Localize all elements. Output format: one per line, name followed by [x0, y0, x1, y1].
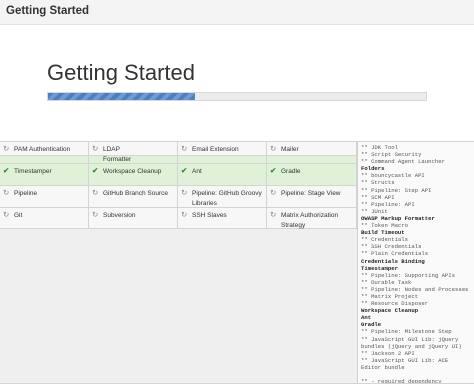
plugin-item: ↻ SSH Slaves [178, 208, 267, 229]
checkmark-icon: ✔ [181, 166, 188, 175]
log-line: ** JDK Tool [361, 144, 398, 151]
checkmark-icon: ✔ [270, 166, 277, 175]
spinner-icon: ↻ [92, 144, 99, 153]
plugin-name: Ant [192, 168, 202, 175]
spinner-icon: ↻ [3, 188, 10, 197]
log-line: ** JavaScript GUI Lib: jQuery [361, 335, 459, 343]
plugin-name: GitHub Branch Source [103, 190, 169, 197]
log-line: bundles (jQuery and jQuery UI) [361, 342, 462, 350]
log-line: ** Pipeline: Nodes and Processes [361, 285, 469, 293]
footer-divider [0, 383, 474, 384]
plugin-item: ↻ Git [0, 208, 89, 229]
log-line: ** Script Security [361, 151, 422, 159]
plugin-item: ↻ Matrix Authorization Strategy [267, 208, 357, 229]
plugin-name: Workspace Cleanup [103, 168, 162, 175]
log-line: ** Pipeline: API [361, 200, 415, 208]
plugin-item: ↻ PAM Authentication [0, 142, 89, 156]
install-progress-bar [47, 92, 427, 101]
spinner-icon: ↻ [270, 144, 277, 153]
spinner-icon: ↻ [270, 188, 277, 197]
install-log-panel: ** JDK Tool ** Script Security ** Command … [357, 142, 474, 383]
plugin-name: Matrix Authorization Strategy [281, 212, 339, 229]
page-title: Getting Started [47, 60, 195, 85]
log-line: Build Timeout [361, 229, 405, 237]
plugin-grid: ✔Folders✔OWASP Markup Formatter✔Build Ti… [0, 142, 357, 383]
spinner-icon: ↻ [3, 210, 10, 219]
log-line: ** SCM API [361, 193, 395, 201]
spinner-icon: ↻ [3, 144, 10, 153]
plugin-name: Mailer [281, 146, 299, 153]
spinner-icon: ↻ [181, 144, 188, 153]
plugin-item: ✔ Workspace Cleanup [89, 164, 178, 186]
checkmark-icon: ✔ [3, 166, 10, 175]
plugin-name: Email Extension [192, 146, 239, 153]
plugin-name: Pipeline: GitHub Groovy Libraries [192, 190, 262, 207]
log-line: ** SSH Credentials [361, 243, 422, 251]
plugin-item: ↻ GitHub Branch Source [89, 186, 178, 208]
checkmark-icon: ✔ [92, 166, 99, 175]
plugin-name: Gradle [281, 168, 301, 175]
log-line: ** Structs [361, 179, 395, 187]
log-line: ** bouncycastle API [361, 172, 425, 180]
log-line: Folders [361, 165, 385, 173]
spinner-icon: ↻ [270, 210, 277, 219]
plugin-name: SSH Slaves [192, 212, 227, 219]
log-line: ** JavaScript GUI Lib: ACE [361, 356, 449, 364]
log-line: ** Pipeline: Milestone Step [361, 328, 452, 336]
window-title: Getting Started [6, 5, 90, 17]
plugin-item: ✔ Gradle [267, 164, 357, 186]
plugin-name: LDAP [103, 146, 120, 153]
log-line: Editor bundle [361, 363, 405, 371]
log-line: ** Plain Credentials [361, 250, 429, 258]
spinner-icon: ↻ [181, 188, 188, 197]
plugin-item: ↻ Pipeline: Stage View [267, 186, 357, 208]
plugin-item: ↻ LDAP [89, 142, 178, 156]
plugin-item: ↻ Email Extension [178, 142, 267, 156]
plugin-name: Pipeline [14, 190, 38, 197]
plugin-name: Subversion [103, 212, 136, 219]
log-line: ** Matrix Project [361, 292, 419, 300]
plugin-item: ↻ Subversion [89, 208, 178, 229]
log-line: ** JUnit [361, 207, 388, 215]
log-line: Gradle [361, 321, 382, 329]
log-line: ** Token Macro [361, 222, 408, 230]
log-line: Ant [361, 314, 372, 322]
install-progress-fill [48, 93, 196, 100]
log-line: ** Pipeline: Step API [361, 186, 432, 194]
log-line: ** Resource Disposer [361, 300, 429, 308]
log-line: Timestamper [361, 264, 398, 272]
window-titlebar: Getting Started [0, 0, 474, 25]
spinner-icon: ↻ [181, 210, 188, 219]
log-line: ** Pipeline: Supporting APIs [361, 271, 455, 279]
plugin-item: ↻ Pipeline: GitHub Groovy Libraries [178, 186, 267, 208]
plugin-item: ✔ Timestamper [0, 164, 89, 186]
plugin-item: ↻ Mailer [267, 142, 357, 156]
log-line: OWASP Markup Formatter [361, 214, 435, 222]
plugin-item: ↻ Pipeline [0, 186, 89, 208]
log-line: ** Credentials [361, 236, 408, 244]
plugin-name: Git [14, 212, 23, 219]
log-line: Credentials Binding [361, 257, 425, 265]
log-line: ** Jackson 2 API [361, 349, 415, 357]
log-line: Workspace Cleanup [361, 307, 419, 315]
plugin-name: Timestamper [14, 168, 52, 175]
spinner-icon: ↻ [92, 188, 99, 197]
plugin-name: Pipeline: Stage View [281, 190, 341, 197]
log-line: ** Durable Task [361, 278, 412, 286]
plugin-item: ✔ Ant [178, 164, 267, 186]
spinner-icon: ↻ [92, 210, 99, 219]
log-line: ** Command Agent Launcher [361, 158, 445, 166]
plugin-name: PAM Authentication [14, 146, 71, 153]
